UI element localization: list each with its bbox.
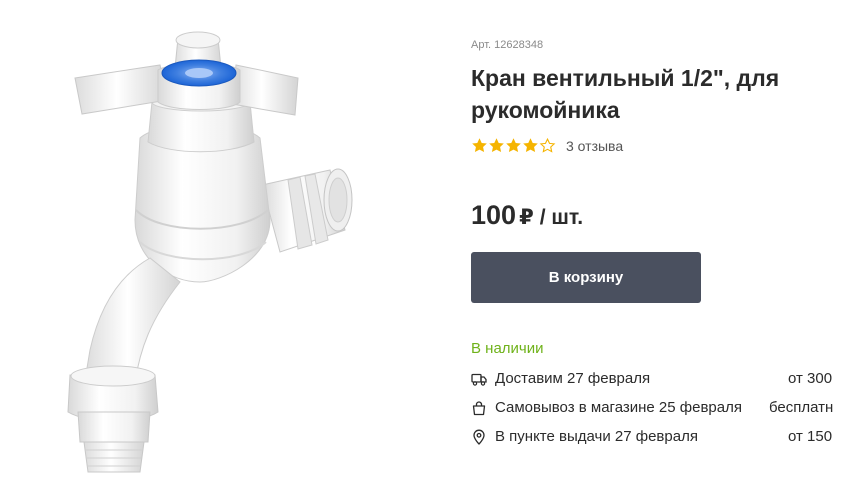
price-value: 100 [471, 200, 517, 230]
star-filled-icon [472, 138, 487, 153]
product-image[interactable] [40, 20, 370, 476]
location-pin-icon [473, 429, 485, 445]
star-filled-icon [506, 138, 521, 153]
reviews-link[interactable]: 3 отзыва [566, 138, 623, 154]
star-filled-icon [489, 138, 504, 153]
delivery-option-pickup-point[interactable]: В пункте выдачи 27 февраля от 150 [471, 422, 841, 451]
price-unit: / шт. [539, 206, 584, 229]
delivery-option-label: В пункте выдачи 27 февраля [495, 428, 698, 445]
product-rating[interactable]: 3 отзыва [471, 137, 623, 154]
stock-status: В наличии [471, 340, 544, 357]
star-filled-icon [523, 138, 538, 153]
delivery-option-cost: от 150 [788, 428, 833, 445]
delivery-option-label: Доставим 27 февраля [495, 370, 651, 387]
star-empty-icon [539, 137, 556, 153]
product-title: Кран вентильный 1/2", для рукомойника [471, 65, 780, 123]
rating-stars [471, 137, 556, 154]
product-sku: Арт. 12628348 [471, 39, 544, 51]
truck-icon [471, 373, 487, 386]
add-to-cart-button[interactable]: В корзину [471, 252, 701, 303]
product-info: Арт. 12628348 Кран вентильный 1/2", для … [471, 0, 841, 476]
delivery-options: Доставим 27 февраля от 300 Самовывоз в м… [471, 364, 841, 451]
delivery-option-pickup-store[interactable]: Самовывоз в магазине 25 февраля бесплатн [471, 393, 841, 422]
delivery-option-label: Самовывоз в магазине 25 февраля [495, 399, 742, 416]
delivery-option-cost: бесплатн [769, 399, 834, 416]
product-price: 100 ₽ / шт. [471, 200, 583, 231]
price-currency: ₽ [519, 206, 534, 229]
faucet-illustration [67, 31, 353, 473]
delivery-option-cost: от 300 [788, 370, 833, 387]
shopping-bag-icon [472, 400, 486, 415]
delivery-option-courier[interactable]: Доставим 27 февраля от 300 [471, 364, 841, 393]
